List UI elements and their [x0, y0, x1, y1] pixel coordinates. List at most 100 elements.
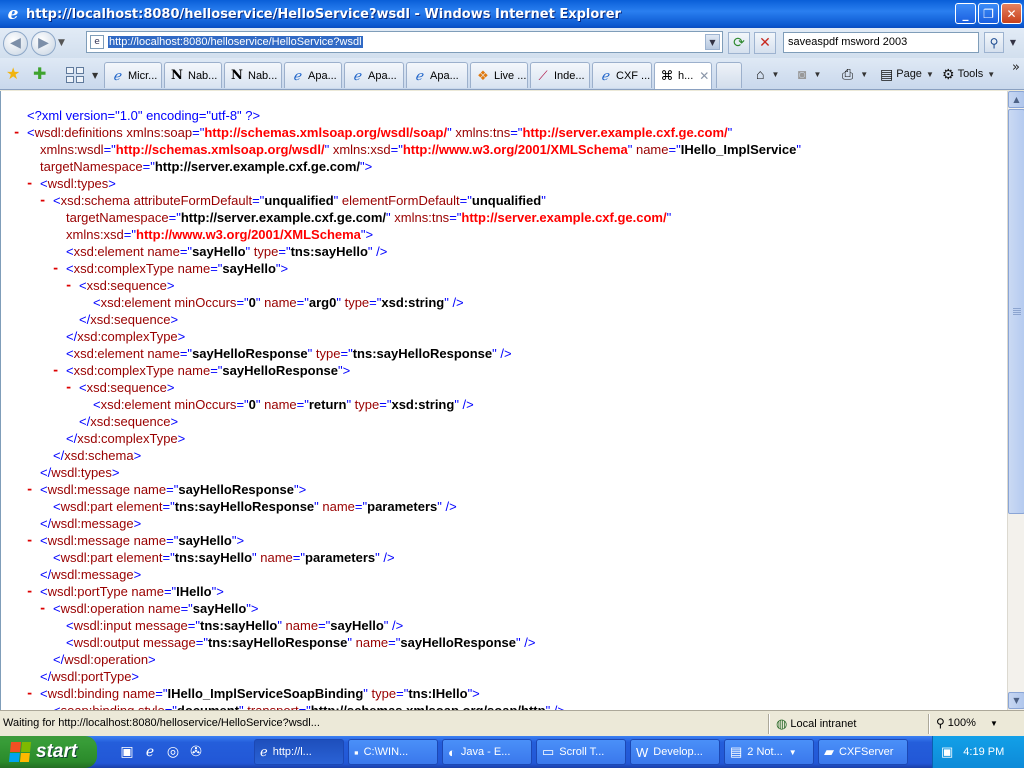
xml-token: name: [147, 244, 180, 259]
tab-3[interactable]: N Nab...: [224, 62, 282, 88]
collapse-toggle[interactable]: -: [26, 685, 33, 702]
scroll-thumb[interactable]: [1008, 109, 1024, 514]
tab-8[interactable]: ⟋ Inde...: [530, 62, 590, 88]
xml-token: ">: [293, 482, 307, 497]
xml-line: </xsd:complexType>: [1, 328, 1007, 345]
collapse-toggle[interactable]: -: [52, 362, 59, 379]
collapse-toggle[interactable]: -: [65, 277, 72, 294]
collapse-toggle[interactable]: -: [26, 481, 33, 498]
security-zone[interactable]: ◍ Local intranet: [776, 716, 856, 732]
quicklaunch-outlook-icon[interactable]: ◎: [164, 743, 182, 761]
xml-token: xsd:sequence: [90, 312, 171, 327]
xml-token: <: [93, 295, 101, 310]
collapse-toggle[interactable]: -: [65, 379, 72, 396]
xml-token: =": [299, 703, 311, 710]
vertical-scrollbar[interactable]: ▲ ▼: [1007, 91, 1024, 710]
network-icon[interactable]: ▣: [941, 744, 953, 760]
close-tab-icon[interactable]: ✕: [699, 69, 709, 83]
tab-label: Inde...: [554, 69, 585, 82]
taskbar-button[interactable]: W Develop...: [630, 739, 720, 765]
refresh-button[interactable]: ⟳: [728, 32, 750, 54]
feeds-dropdown[interactable]: ▼: [813, 70, 821, 79]
xml-token: " />: [444, 295, 464, 310]
collapse-toggle[interactable]: -: [39, 192, 46, 209]
tab-1[interactable]: ℯ Micr...: [104, 62, 162, 88]
back-button[interactable]: ◀: [3, 30, 28, 56]
collapse-toggle[interactable]: -: [26, 532, 33, 549]
xml-token: xmlns:tns: [394, 210, 450, 225]
xml-token: ": [666, 210, 672, 225]
forward-button[interactable]: ▶: [31, 30, 56, 56]
search-input[interactable]: saveaspdf msword 2003: [783, 32, 979, 53]
scroll-down-button[interactable]: ▼: [1008, 692, 1024, 709]
close-button[interactable]: ✕: [1001, 3, 1022, 24]
quick-tabs-button[interactable]: ▼: [66, 65, 102, 85]
tab-2[interactable]: N Nab...: [164, 62, 222, 88]
tab-label: Nab...: [248, 69, 278, 82]
xml-token: <: [66, 261, 74, 276]
taskbar-button[interactable]: ▭ Scroll T...: [536, 739, 626, 765]
collapse-toggle[interactable]: -: [26, 175, 33, 192]
maximize-button[interactable]: ❐: [978, 3, 999, 24]
tab-10[interactable]: ⌘ h... ✕: [654, 62, 712, 89]
quicklaunch-desktop-icon[interactable]: ▣: [118, 743, 136, 761]
taskbar-button[interactable]: ▪ C:\WIN...: [348, 739, 438, 765]
xml-token: xsd:element: [73, 244, 144, 259]
xml-token: name: [355, 635, 389, 650]
search-options-dropdown[interactable]: ▼: [1006, 32, 1020, 53]
minimize-button[interactable]: _: [955, 3, 976, 24]
tab-bar: ★ ✚ ▼ ℯ Micr... N Nab... N Nab... ℯ Apa... ℯ Apa.…: [0, 58, 1024, 90]
tab-9[interactable]: ℯ CXF ...: [592, 62, 652, 88]
tab-6[interactable]: ℯ Apa...: [406, 62, 468, 88]
xml-token: ": [336, 295, 345, 310]
collapse-toggle[interactable]: -: [13, 124, 20, 141]
xml-token: " />: [546, 703, 565, 710]
start-button[interactable]: start: [0, 736, 97, 768]
toolbar-overflow-chevron-icon[interactable]: »: [1012, 60, 1020, 75]
taskbar-button[interactable]: ◐ Java - E...: [442, 739, 532, 765]
status-separator: [928, 714, 930, 734]
taskbar-button[interactable]: ℯ http://l...: [254, 739, 344, 765]
address-dropdown-button[interactable]: ▼: [705, 34, 720, 50]
taskbar-button[interactable]: ▤ 2 Not... ▼: [724, 739, 814, 765]
print-button[interactable]: ⎙ ▼: [842, 64, 868, 84]
forward-arrow-icon: ▶: [38, 35, 49, 51]
print-dropdown[interactable]: ▼: [860, 70, 868, 79]
xml-token: http://server.example.cxf.ge.com/: [522, 125, 728, 140]
xml-token: wsdl:portType: [51, 669, 132, 684]
address-bar[interactable]: e http://localhost:8080/helloservice/Hel…: [86, 31, 723, 53]
search-button[interactable]: ⚲: [984, 32, 1004, 53]
new-tab-button[interactable]: [716, 62, 742, 88]
xml-token: targetNamespace: [40, 159, 143, 174]
xml-line-text: </xsd:schema>: [53, 447, 141, 464]
address-input[interactable]: http://localhost:8080/helloservice/Hello…: [108, 36, 363, 48]
scroll-up-button[interactable]: ▲: [1008, 91, 1024, 108]
collapse-toggle[interactable]: -: [26, 583, 33, 600]
tools-menu-button[interactable]: ⚙ Tools ▼: [942, 64, 995, 84]
xml-token: >: [177, 431, 186, 446]
tab-list-dropdown[interactable]: ▼: [92, 71, 98, 80]
recent-pages-dropdown[interactable]: ▼: [58, 38, 65, 48]
xml-line: </wsdl:types>: [1, 464, 1007, 481]
xml-token: =": [369, 295, 382, 310]
collapse-toggle[interactable]: -: [52, 260, 59, 277]
xml-token: http://www.w3.org/2001/XMLSchema: [402, 142, 628, 157]
home-dropdown[interactable]: ▼: [771, 70, 779, 79]
stop-button[interactable]: ✕: [754, 32, 776, 54]
xml-line: <xsd:element minOccurs="0" name="arg0" t…: [1, 294, 1007, 311]
taskbar-button[interactable]: ▰ CXFServer: [818, 739, 908, 765]
zoom-level-button[interactable]: ⚲ 100% ▼: [936, 716, 998, 730]
quicklaunch-media-icon[interactable]: ✇: [187, 743, 205, 761]
xml-token: arg0: [308, 295, 337, 310]
tab-5[interactable]: ℯ Apa...: [344, 62, 404, 88]
quicklaunch-ie-icon[interactable]: ℯ: [141, 743, 159, 761]
collapse-toggle[interactable]: -: [39, 600, 46, 617]
tab-7[interactable]: ❖ Live ...: [470, 62, 528, 88]
page-menu-button[interactable]: ▤ Page ▼: [880, 64, 934, 84]
feeds-button[interactable]: ◙ ▼: [798, 64, 821, 84]
add-favorite-icon[interactable]: ✚: [33, 64, 46, 83]
home-button[interactable]: ⌂ ▼: [756, 64, 779, 84]
tab-4[interactable]: ℯ Apa...: [284, 62, 342, 88]
favorites-star-icon[interactable]: ★: [6, 64, 20, 83]
xml-token: wsdl:portType: [47, 584, 128, 599]
